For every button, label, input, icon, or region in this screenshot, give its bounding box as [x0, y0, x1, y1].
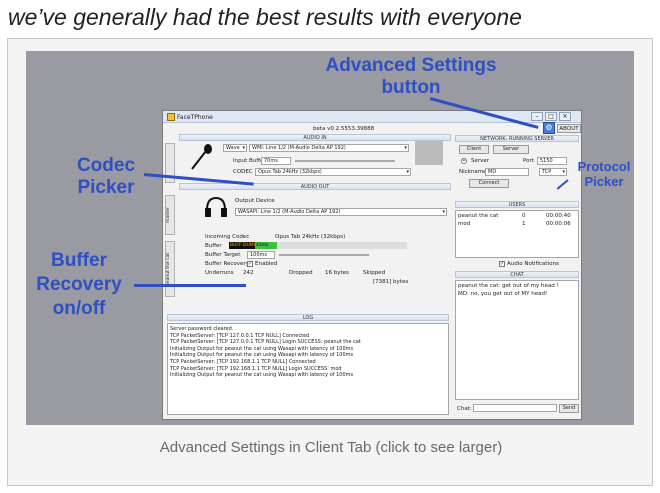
nickname-input[interactable]: MD: [485, 168, 529, 176]
log-line: Server password cleared.: [170, 326, 234, 332]
buffer-meter-track: [277, 242, 407, 249]
audio-in-header: AUDIO IN: [179, 134, 451, 141]
chat-message: peanut the cat: get out of my head !: [458, 283, 559, 289]
tab-server[interactable]: Server: [493, 145, 529, 154]
log-header: LOG: [167, 314, 449, 321]
about-button[interactable]: ABOUT: [557, 124, 581, 133]
output-device-label: Output Device: [235, 198, 275, 204]
annotation-line-2: Picker: [584, 174, 624, 189]
skipped-value: [7381] bytes: [373, 279, 409, 285]
user-time: 00:00:06: [546, 221, 571, 227]
driver-select[interactable]: Wave: [223, 144, 247, 152]
input-buffer-value[interactable]: 70ms: [261, 157, 291, 165]
annotation-line-2: button: [381, 77, 441, 98]
protocol-select[interactable]: TCP: [539, 168, 567, 176]
chat-message: MD: no, you get out of MY head!: [458, 291, 548, 297]
app-window: FaceTPhone – □ ✕ beta v0.2.5553.39888 ⚙ …: [162, 110, 582, 420]
buffer-recovery-annotation: Buffer Recovery on/off: [26, 249, 132, 321]
connect-button[interactable]: Connect: [469, 179, 509, 188]
user-avatar: [415, 141, 443, 165]
log-line: TCP PacketServer: [TCP 127.0.0.1 TCP NUL…: [170, 339, 361, 346]
figure-frame: FaceTPhone – □ ✕ beta v0.2.5553.39888 ⚙ …: [7, 38, 653, 486]
close-button[interactable]: ✕: [559, 112, 571, 121]
advanced-settings-annotation: Advanced Settings button: [296, 55, 526, 99]
annotation-line-1: Advanced Settings: [325, 55, 497, 76]
buffer-level-bar: 43ms: [255, 242, 277, 249]
annotation-line-2: Recovery: [36, 274, 122, 295]
article-heading: we’ve generally had the best results wit…: [8, 4, 522, 30]
chat-log[interactable]: peanut the cat: get out of my head ! MD:…: [455, 280, 579, 400]
dropped-value: 16 bytes: [325, 270, 349, 276]
port-label: Port: [523, 158, 534, 164]
input-buffer-slider[interactable]: [295, 160, 395, 162]
tab-client[interactable]: Client: [459, 145, 489, 154]
port-input[interactable]: 5150: [537, 157, 567, 165]
dropped-label: Dropped: [289, 270, 313, 276]
annotation-line-1: Buffer: [51, 250, 107, 271]
protocol-annotation: Protocol Picker: [574, 159, 634, 189]
server-label: Server: [471, 158, 490, 164]
chat-input-label: Chat:: [457, 406, 472, 412]
user-name: mod: [458, 221, 471, 227]
audio-notifications-checkbox[interactable]: ✓: [499, 261, 505, 267]
incoming-codec-value: Opus Tab 24kHz (32kbps): [275, 234, 346, 240]
screenshot-image[interactable]: FaceTPhone – □ ✕ beta v0.2.5553.39888 ⚙ …: [26, 51, 634, 425]
log-line: Initializing Output for peanut the cat u…: [170, 345, 354, 352]
send-button[interactable]: Send: [559, 404, 579, 413]
users-list[interactable]: peanut the cat 0 00:00:40 mod 1 00:00:06: [455, 210, 579, 258]
minimize-button[interactable]: –: [531, 112, 543, 121]
log-line: Initializing Output for peanut the cat u…: [170, 372, 354, 379]
log-line: TCP PacketServer: [TCP 192.168.1.1 TCP N…: [170, 358, 316, 365]
log-line: TCP PacketServer: [TCP 127.0.0.1 TCP NUL…: [170, 332, 310, 339]
nickname-label: Nickname: [459, 169, 487, 175]
microphone-icon: [191, 144, 212, 170]
figure-caption: Advanced Settings in Client Tab (click t…: [159, 439, 503, 456]
user-count: 1: [522, 221, 526, 227]
buffer-label: Buffer: [205, 243, 222, 249]
audio-out-header: AUDIO OUT: [179, 183, 451, 190]
annotation-line-2: Picker: [77, 177, 135, 198]
log-panel[interactable]: Server password cleared. TCP PacketServe…: [167, 323, 449, 415]
chat-input[interactable]: [473, 404, 557, 412]
buffer-target-label: Buffer Target: [205, 252, 241, 258]
app-logo-icon: [167, 113, 175, 121]
user-count: 0: [522, 213, 526, 219]
underruns-value: 242: [243, 270, 254, 276]
incoming-codec-label: Incoming Codec: [205, 234, 250, 240]
codec-select[interactable]: Opus Tab 24kHz (32kbps): [255, 168, 411, 176]
output-device-select[interactable]: WASAPI: Line 1/2 (M-Audio Delta AP 192): [235, 208, 447, 216]
user-time: 00:00:40: [546, 213, 571, 219]
skipped-label: Skipped: [363, 270, 386, 276]
app-title: FaceTPhone: [177, 114, 213, 121]
buffer-recovery-checkbox[interactable]: ✓: [247, 261, 253, 267]
codec-label: CODEC: [233, 169, 253, 175]
network-header: NETWORK: RUNNING SERVER: [455, 135, 579, 142]
log-line: TCP PacketServer: [TCP 192.168.1.1 TCP N…: [170, 365, 342, 372]
tab-peanut-the-cat[interactable]: peanut the cat: [165, 241, 175, 297]
audio-notifications-label: Audio Notifications: [507, 261, 559, 267]
buffer-target-slider[interactable]: [279, 254, 369, 256]
version-label: beta v0.2.5553.39888: [313, 126, 375, 132]
chat-header: CHAT: [455, 271, 579, 278]
annotation-line-1: Codec: [76, 155, 136, 176]
codec-annotation: Codec Picker: [56, 155, 156, 199]
headphones-icon: [205, 196, 227, 217]
input-device-select[interactable]: WMI: Line 1/2 (M-Audio Delta AP 192): [249, 144, 409, 152]
user-name: peanut the cat: [458, 213, 499, 219]
buffer-recovery-label: Buffer Recovery: [205, 261, 249, 267]
maximize-button[interactable]: □: [545, 112, 557, 121]
buffer-dump-bar: BUFF DUMP: [229, 242, 255, 249]
users-header: USERS: [455, 201, 579, 208]
buffer-recovery-arrow: [134, 284, 246, 287]
tab-master[interactable]: master: [165, 195, 175, 235]
annotation-line-1: Protocol: [577, 159, 631, 174]
advanced-settings-button[interactable]: ⚙: [543, 122, 555, 134]
log-line: Initializing Output for peanut the cat u…: [170, 352, 354, 359]
annotation-line-3: on/off: [52, 298, 106, 319]
buffer-target-value[interactable]: 100ms: [247, 251, 275, 259]
server-radio[interactable]: •: [461, 158, 467, 164]
gear-icon: ⚙: [545, 123, 553, 132]
underruns-label: Underruns: [205, 270, 234, 276]
enabled-label: Enabled: [255, 261, 278, 267]
